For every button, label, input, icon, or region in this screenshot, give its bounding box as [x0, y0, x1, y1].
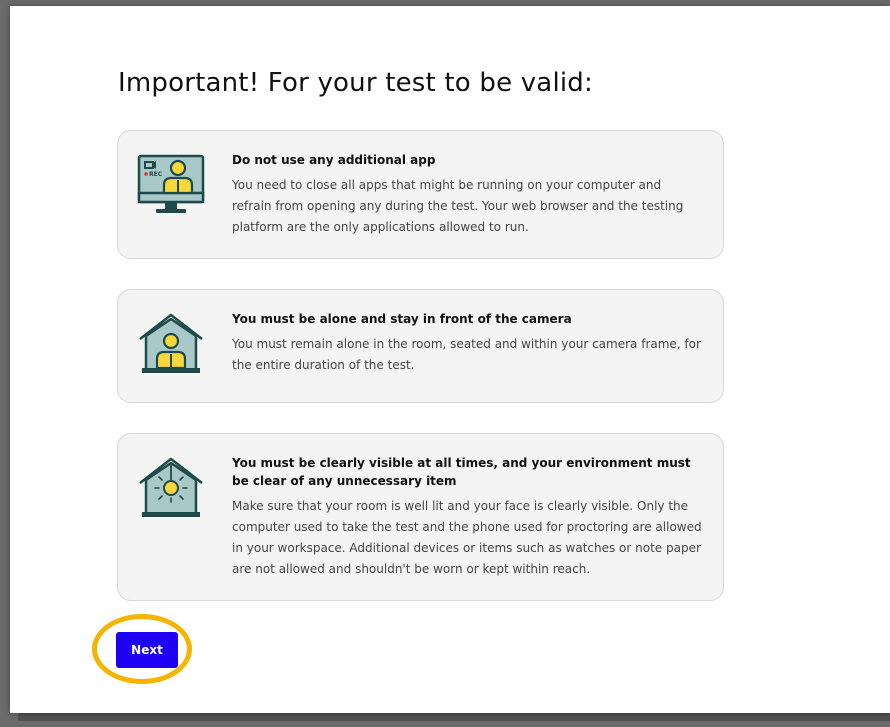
instructions-page: Important! For your test to be valid: RE… [10, 6, 890, 713]
lit-room-icon [139, 457, 203, 517]
rule-card-visible: You must be clearly visible at all times… [117, 433, 724, 601]
rule-card-no-apps: REC Do not use any additional app You ne… [117, 130, 724, 259]
card-heading: You must be alone and stay in front of t… [232, 312, 572, 326]
person-alone-house-icon [139, 313, 203, 373]
card-heading: You must be clearly visible at all times… [232, 456, 691, 488]
rec-label: REC [149, 171, 163, 178]
monitor-recording-icon: REC [137, 154, 205, 213]
card-body: Make sure that your room is well lit and… [232, 499, 702, 576]
page-title: Important! For your test to be valid: [118, 68, 593, 98]
card-body: You must remain alone in the room, seate… [232, 337, 701, 372]
card-heading: Do not use any additional app [232, 153, 436, 167]
next-button[interactable]: Next [116, 632, 178, 668]
rule-card-alone: You must be alone and stay in front of t… [117, 289, 724, 403]
card-body: You need to close all apps that might be… [232, 178, 684, 234]
